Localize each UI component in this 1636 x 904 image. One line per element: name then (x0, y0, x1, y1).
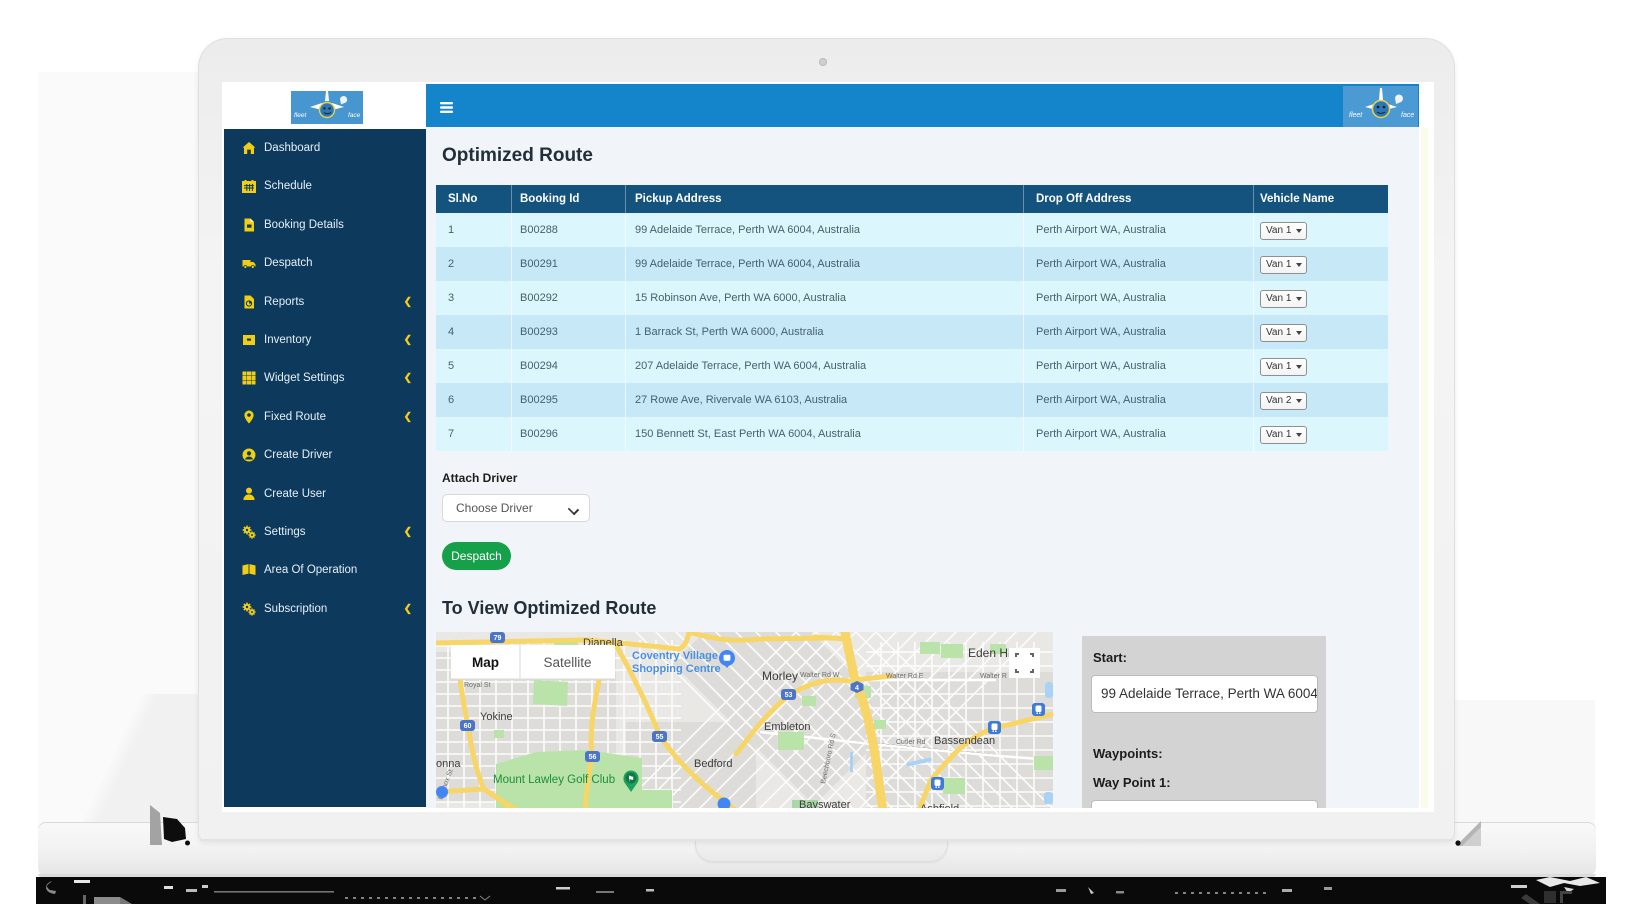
svg-text:Morley: Morley (762, 669, 798, 683)
svg-text:face: face (348, 112, 361, 119)
svg-text:Royal St: Royal St (464, 682, 491, 689)
svg-text:Mount Lawley Golf Club: Mount Lawley Golf Club (493, 774, 615, 786)
svg-text:fleet: fleet (1349, 112, 1363, 119)
svg-text:⚑: ⚑ (627, 775, 634, 784)
svg-text:Ashfield: Ashfield (920, 803, 959, 808)
svg-text:Walter R: Walter R (980, 673, 1007, 680)
svg-text:60: 60 (464, 723, 472, 730)
svg-text:55: 55 (656, 734, 664, 741)
svg-text:onna: onna (436, 758, 461, 770)
svg-text:Coventry Village: Coventry Village (632, 650, 718, 662)
svg-text:79: 79 (494, 635, 502, 642)
svg-text:Map: Map (472, 655, 499, 670)
svg-text:53: 53 (785, 692, 793, 699)
svg-text:4: 4 (855, 685, 859, 692)
svg-text:56: 56 (589, 754, 597, 761)
svg-text:Bassendean: Bassendean (934, 735, 995, 747)
svg-text:Satellite: Satellite (543, 655, 591, 670)
svg-text:Walter Rd W: Walter Rd W (800, 672, 840, 679)
svg-text:Bedford: Bedford (694, 758, 733, 770)
svg-text:Bayswater: Bayswater (799, 799, 851, 808)
svg-text:Eden Hi: Eden Hi (968, 646, 1011, 660)
svg-text:Cutler Rd: Cutler Rd (896, 739, 926, 746)
svg-text:Walter Rd E: Walter Rd E (886, 673, 924, 680)
svg-text:face: face (1401, 112, 1414, 119)
svg-text:fleet: fleet (294, 112, 307, 119)
svg-text:Embleton: Embleton (764, 721, 810, 733)
svg-text:Shopping Centre: Shopping Centre (632, 663, 721, 675)
svg-text:Yokine: Yokine (480, 711, 513, 723)
